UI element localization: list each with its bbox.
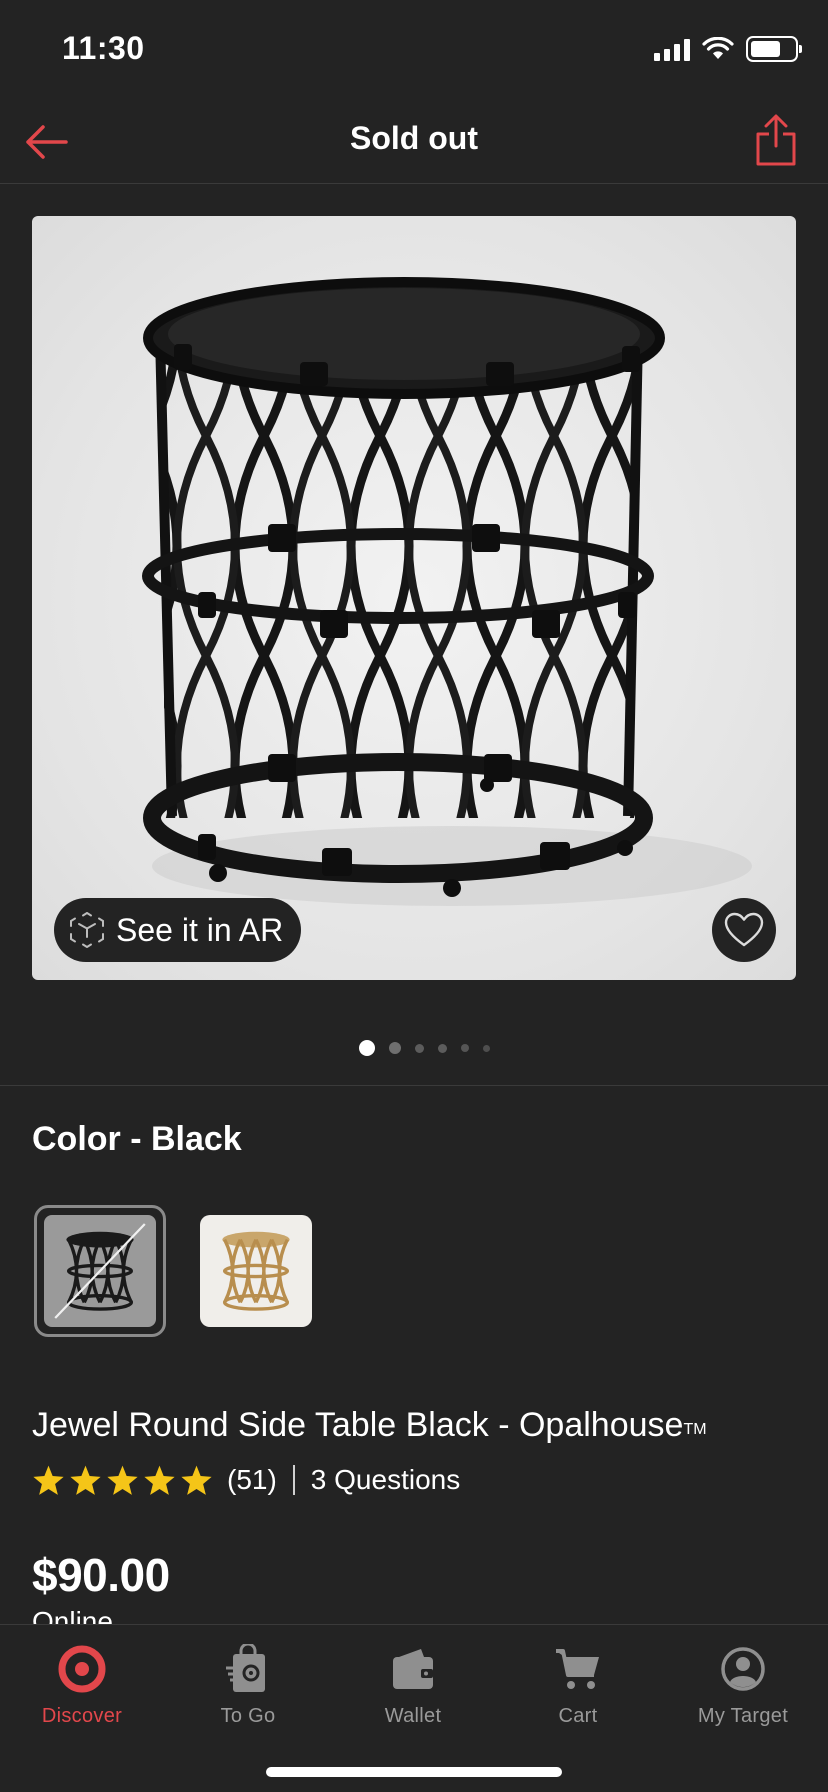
black-table-thumbnail bbox=[54, 1223, 146, 1319]
star-rating bbox=[32, 1464, 213, 1496]
carousel-dot[interactable] bbox=[482, 1044, 490, 1052]
star-icon bbox=[70, 1465, 101, 1495]
tab-label: Cart bbox=[558, 1705, 598, 1727]
wallet-icon bbox=[393, 1649, 433, 1689]
bag-icon bbox=[226, 1644, 265, 1692]
star-icon bbox=[107, 1465, 138, 1495]
tab-discover[interactable]: Discover bbox=[7, 1641, 157, 1728]
divider bbox=[0, 1085, 828, 1086]
tab-bar: Discover To Go Wallet Cart My Target bbox=[0, 1624, 828, 1792]
carousel-dot[interactable] bbox=[437, 1043, 447, 1053]
carousel-dot[interactable] bbox=[414, 1043, 424, 1053]
page-title: Sold out bbox=[350, 120, 478, 156]
carousel-dot-active[interactable] bbox=[358, 1040, 375, 1056]
status-bar: 11:30 bbox=[0, 0, 828, 100]
tab-label: To Go bbox=[220, 1705, 276, 1727]
cellular-signal-icon bbox=[654, 37, 690, 61]
favorite-button[interactable] bbox=[712, 898, 776, 962]
status-icons bbox=[654, 36, 802, 62]
tab-cart[interactable]: Cart bbox=[503, 1641, 653, 1728]
ar-cube-icon bbox=[70, 912, 104, 948]
ar-label: See it in AR bbox=[116, 911, 284, 948]
cart-icon bbox=[556, 1649, 599, 1689]
natural-table-thumbnail bbox=[222, 1231, 290, 1311]
tab-label: Wallet bbox=[384, 1705, 442, 1727]
color-swatch-black[interactable] bbox=[34, 1205, 166, 1337]
carousel-dots[interactable] bbox=[0, 1040, 828, 1056]
battery-icon bbox=[746, 36, 802, 62]
screen: 11:30 Sold out See it in AR Color - Blac… bbox=[0, 0, 828, 1792]
nav-header: Sold out bbox=[0, 100, 828, 184]
wifi-icon bbox=[702, 37, 734, 59]
product-title-text: Jewel Round Side Table Black - Opalhouse bbox=[32, 1406, 684, 1444]
tab-label: Discover bbox=[41, 1705, 123, 1727]
product-image-card[interactable]: See it in AR bbox=[32, 216, 796, 980]
tab-to-go[interactable]: To Go bbox=[173, 1641, 323, 1728]
see-in-ar-button[interactable]: See it in AR bbox=[54, 898, 302, 962]
star-icon bbox=[33, 1465, 64, 1495]
home-indicator[interactable] bbox=[266, 1767, 562, 1777]
star-icon bbox=[181, 1465, 212, 1495]
color-swatch-natural[interactable] bbox=[200, 1215, 312, 1327]
price: $90.00 bbox=[32, 1549, 170, 1601]
rating-separator bbox=[292, 1465, 295, 1495]
tab-my-target[interactable]: My Target bbox=[668, 1641, 818, 1728]
product-title: Jewel Round Side Table Black - Opalhouse… bbox=[32, 1406, 707, 1445]
tab-wallet[interactable]: Wallet bbox=[338, 1641, 488, 1728]
carousel-dot[interactable] bbox=[460, 1044, 469, 1052]
share-icon bbox=[756, 114, 796, 166]
trademark: TM bbox=[683, 1421, 707, 1438]
questions-link[interactable]: 3 Questions bbox=[311, 1464, 460, 1496]
product-image bbox=[142, 277, 752, 906]
rating-row[interactable]: (51) 3 Questions bbox=[32, 1462, 460, 1498]
target-icon bbox=[58, 1645, 106, 1693]
heart-icon bbox=[724, 912, 764, 947]
status-time: 11:30 bbox=[62, 30, 145, 66]
review-count[interactable]: (51) bbox=[227, 1464, 277, 1496]
profile-icon bbox=[721, 1647, 765, 1691]
color-label: Color - Black bbox=[32, 1120, 242, 1158]
tab-label: My Target bbox=[697, 1705, 789, 1727]
star-icon bbox=[144, 1465, 175, 1495]
share-button[interactable] bbox=[748, 110, 804, 170]
carousel-dot[interactable] bbox=[388, 1042, 401, 1054]
